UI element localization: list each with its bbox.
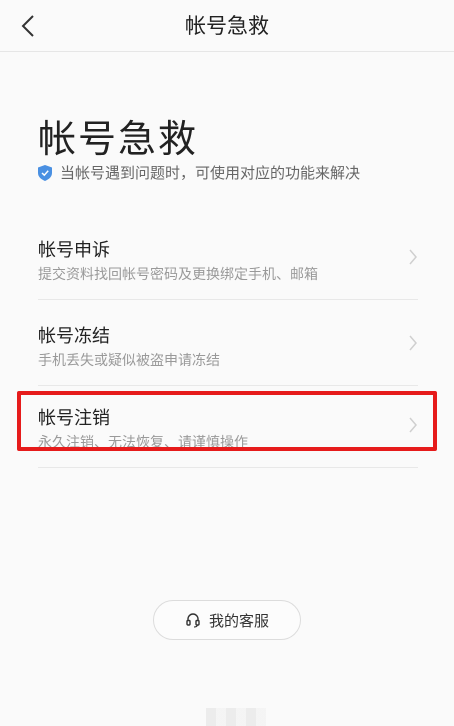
chevron-right-icon <box>409 335 417 351</box>
headset-icon <box>186 613 200 628</box>
item-desc: 提交资料找回帐号密码及更换绑定手机、邮箱 <box>38 267 318 283</box>
list-item-appeal[interactable]: 帐号申诉 提交资料找回帐号密码及更换绑定手机、邮箱 <box>38 214 418 300</box>
page-title: 帐号急救 <box>38 117 199 161</box>
item-desc: 手机丢失或疑似被盗申请冻结 <box>38 353 220 369</box>
highlight-box <box>17 391 437 451</box>
shield-icon <box>38 164 52 181</box>
subtitle-text: 当帐号遇到问题时，可使用对应的功能来解决 <box>60 164 361 182</box>
list-item-freeze[interactable]: 帐号冻结 手机丢失或疑似被盗申请冻结 <box>38 300 418 386</box>
item-title: 帐号冻结 <box>38 326 110 347</box>
watermark-blur <box>206 708 266 726</box>
my-service-button[interactable]: 我的客服 <box>153 600 301 640</box>
nav-bar: 帐号急救 <box>0 0 454 52</box>
item-title: 帐号申诉 <box>38 240 110 261</box>
chevron-right-icon <box>409 249 417 265</box>
page-subtitle: 当帐号遇到问题时，可使用对应的功能来解决 <box>38 162 360 183</box>
nav-title: 帐号急救 <box>185 14 269 38</box>
service-label: 我的客服 <box>208 611 269 630</box>
